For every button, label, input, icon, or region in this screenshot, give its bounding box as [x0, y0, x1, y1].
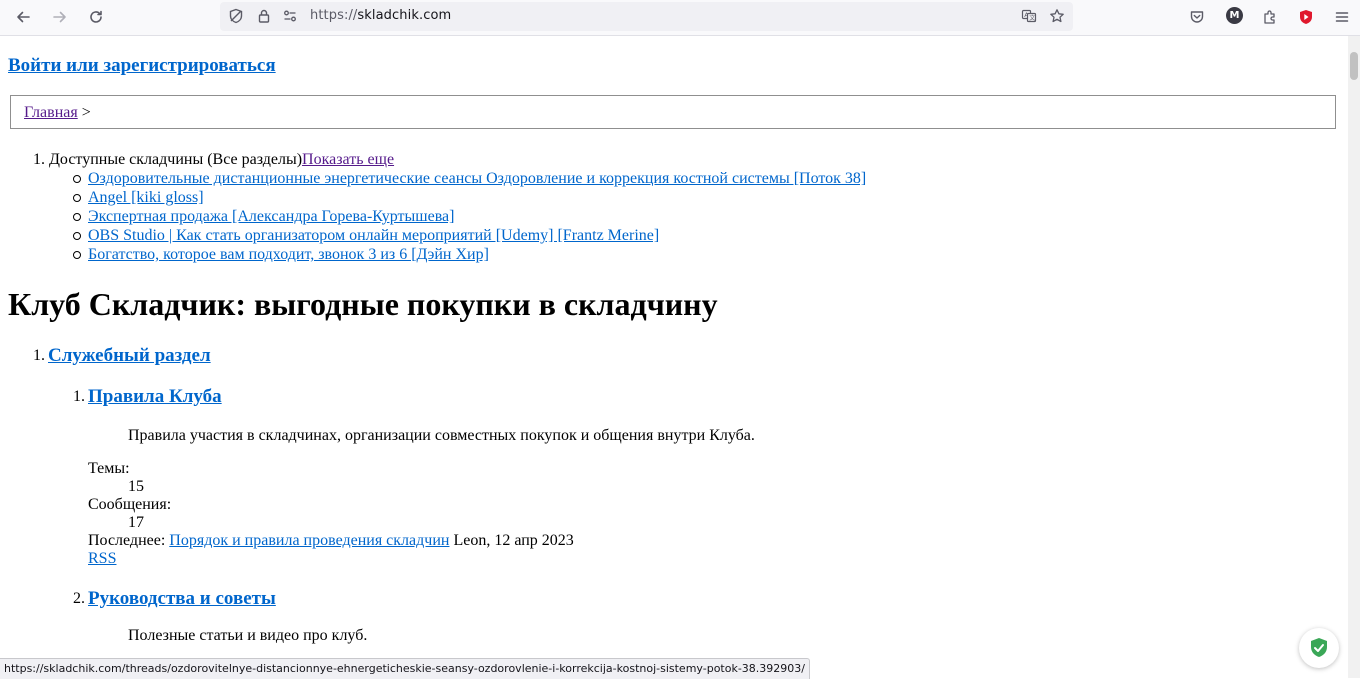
forum-link[interactable]: Руководства и советы: [88, 588, 276, 610]
extensions-button[interactable]: [1256, 4, 1284, 30]
last-post-link[interactable]: Порядок и правила проведения складчин: [169, 532, 449, 549]
topics-label: Темы:: [88, 460, 130, 477]
section-link[interactable]: Служебный раздел: [48, 345, 211, 367]
messages-count: 17: [128, 514, 144, 531]
page-title: Клуб Складчик: выгодные покупки в складч…: [8, 286, 718, 322]
security-badge[interactable]: [1299, 628, 1339, 668]
tracking-protection-icon[interactable]: [228, 8, 244, 24]
url-host: skladchik.com: [357, 8, 452, 23]
list-item: OBS Studio | Как стать организатором онл…: [72, 226, 866, 245]
available-number: 1.: [33, 151, 45, 168]
forum-description: Правила участия в складчинах, организаци…: [128, 427, 755, 444]
vertical-scrollbar[interactable]: [1348, 36, 1360, 678]
login-register-link[interactable]: Войти или зарегистрироваться: [8, 55, 276, 77]
section-number: 1.: [33, 347, 45, 364]
pocket-icon: [1190, 11, 1204, 23]
forum-number: 2.: [73, 590, 85, 607]
address-bar[interactable]: https://skladchik.com A文: [220, 2, 1073, 31]
status-bar: https://skladchik.com/threads/ozdorovite…: [0, 658, 810, 679]
last-post-meta: Leon, 12 апр 2023: [453, 532, 574, 549]
list-item: Angel [kiki gloss]: [72, 188, 866, 207]
last-post-label: Последнее:: [88, 532, 166, 549]
arrow-left-icon: [17, 11, 30, 23]
shield-extension-button[interactable]: [1292, 4, 1320, 30]
site-permissions-icon[interactable]: [282, 8, 298, 24]
scrollbar-thumb[interactable]: [1350, 52, 1358, 80]
list-item: Богатство, которое вам подходит, звонок …: [72, 245, 866, 264]
show-more-link[interactable]: Показать еще: [302, 151, 394, 168]
svg-text:文: 文: [1029, 14, 1035, 22]
available-item-link[interactable]: Оздоровительные дистанционные энергетиче…: [88, 170, 866, 187]
list-item: Экспертная продажа [Александра Горева-Ку…: [72, 207, 866, 226]
list-item: Оздоровительные дистанционные энергетиче…: [72, 169, 866, 188]
green-shield-check-icon: [1311, 638, 1327, 657]
account-avatar[interactable]: M: [1226, 7, 1243, 24]
topics-count: 15: [128, 478, 144, 495]
reload-icon: [90, 10, 102, 23]
forum-link[interactable]: Правила Клуба: [88, 386, 222, 408]
available-item-link[interactable]: OBS Studio | Как стать организатором онл…: [88, 227, 659, 244]
puzzle-icon: [1264, 10, 1275, 24]
browser-toolbar: https://skladchik.com A文 M: [0, 0, 1360, 36]
red-shield-icon: [1300, 10, 1312, 24]
breadcrumb-home-link[interactable]: Главная: [24, 104, 78, 121]
url-protocol: https://: [310, 8, 358, 23]
back-button[interactable]: [9, 4, 37, 30]
breadcrumb-separator: >: [81, 104, 91, 121]
available-item-link[interactable]: Богатство, которое вам подходит, звонок …: [88, 246, 489, 263]
available-label: Доступные складчины (Все разделы): [49, 151, 303, 168]
last-post-line: Последнее: Порядок и правила проведения …: [88, 532, 574, 550]
rss-link[interactable]: RSS: [88, 550, 116, 568]
translate-icon[interactable]: A文: [1021, 8, 1037, 24]
url-text[interactable]: https://skladchik.com: [310, 8, 451, 23]
forward-button[interactable]: [46, 4, 74, 30]
hamburger-icon: [1335, 12, 1349, 22]
arrow-right-icon: [53, 11, 66, 23]
menu-button[interactable]: [1328, 4, 1356, 30]
page-viewport: Войти или зарегистрироваться Главная > 1…: [0, 36, 1348, 678]
breadcrumb: Главная >: [10, 95, 1336, 129]
reload-button[interactable]: [82, 4, 110, 30]
available-skladchiny-header: 1. Доступные складчины (Все разделы)Пока…: [33, 150, 394, 169]
bookmark-star-icon[interactable]: [1049, 8, 1065, 24]
available-list: Оздоровительные дистанционные энергетиче…: [72, 169, 866, 264]
pocket-button[interactable]: [1183, 4, 1211, 30]
available-item-link[interactable]: Экспертная продажа [Александра Горева-Ку…: [88, 208, 454, 225]
available-item-link[interactable]: Angel [kiki gloss]: [88, 189, 204, 206]
messages-label: Сообщения:: [88, 496, 172, 513]
lock-icon[interactable]: [256, 8, 272, 24]
forum-number: 1.: [73, 388, 85, 405]
forum-description: Полезные статьи и видео про клуб.: [128, 627, 368, 644]
